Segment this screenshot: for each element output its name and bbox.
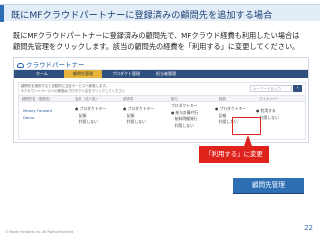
logo-text: クラウドパートナー <box>26 61 85 69</box>
invoice-options: ● プロダクトキー 記帳 利用しない <box>123 106 154 126</box>
payroll-option-4[interactable]: 利用しない <box>171 123 198 130</box>
panel-note: 顧問先を選択すると自動的に当社サービスへ移動します。 ※アカウントページへの移動… <box>21 84 125 93</box>
app-screenshot: クラウドパートナー ホーム 顧問先管理 プロダクト管理 担当者管理 顧問先を選択… <box>13 57 309 143</box>
client-name-cell[interactable]: Money Forward Demo <box>23 108 52 121</box>
invoice-option-1[interactable]: ● プロダクトキー <box>123 106 154 113</box>
payroll-option-1[interactable]: プロダクトキー <box>171 103 198 110</box>
title-accent-bar <box>0 5 4 22</box>
app-logo[interactable]: クラウドパートナー <box>17 59 85 69</box>
section-label-underline <box>233 193 304 194</box>
mynumber-option-use[interactable]: ● 利用する <box>256 108 279 115</box>
accounting-options: ● プロダクトキー 記帳 利用しない <box>75 106 106 126</box>
lead-line-1: 既にMFクラウドパートナーに登録済みの顧問先で、MFクラウド経費も利用したい場合… <box>13 31 300 40</box>
highlight-frame <box>232 117 261 135</box>
search-button[interactable]: › <box>293 85 302 92</box>
cloud-icon <box>17 62 24 68</box>
callout-pointer <box>244 135 252 146</box>
client-panel: 顧問先を選択すると自動的に当社サービスへ移動します。 ※アカウントページへの移動… <box>18 82 306 140</box>
page-number: 22 <box>304 224 313 232</box>
accounting-option-1[interactable]: ● プロダクトキー <box>75 106 106 113</box>
payroll-option-3[interactable]: 給料明細発行 <box>171 116 198 123</box>
slide-title-band: 既にMFクラウドパートナーに登録済みの顧問先を追加する場合 <box>0 4 320 22</box>
invoice-option-3[interactable]: 利用しない <box>123 119 154 126</box>
app-header: クラウドパートナー <box>14 58 308 70</box>
table-header: 顧問先名（登録名） 会計（法人用） 請求書 給与 経費 マイナンバー <box>19 95 305 102</box>
expense-option-1[interactable]: ● プロダクトキー <box>215 106 246 113</box>
callout-label: 「利用する」に変更 <box>199 146 269 163</box>
payroll-options: プロダクトキー ● 給与計算代行 給料明細発行 利用しない <box>171 103 198 129</box>
nav-tab-home[interactable]: ホーム <box>22 70 62 78</box>
nav-tab-clients[interactable]: 顧問先管理 <box>64 70 102 78</box>
section-label: 顧問先管理 <box>233 178 304 193</box>
slide-title: 既にMFクラウドパートナーに登録済みの顧問先を追加する場合 <box>11 10 273 21</box>
panel-note-line-2: ※アカウントページへの移動はプロダクト名をクリックしてください <box>21 88 126 93</box>
client-name-line-2: Demo <box>23 114 35 120</box>
main-nav: ホーム 顧問先管理 プロダクト管理 担当者管理 <box>14 70 308 78</box>
table-row: Money Forward Demo ● プロダクトキー 記帳 利用しない ● … <box>19 102 305 140</box>
nav-tab-products[interactable]: プロダクト管理 <box>106 70 146 78</box>
lead-line-2: 顧問先管理をクリックします。該当の顧問先の経費を「利用する」に変更してください。 <box>13 42 300 51</box>
copyright-text: © Money Forward, Inc. All Rights Reserve… <box>5 230 74 234</box>
nav-tab-staff[interactable]: 担当者管理 <box>148 70 184 78</box>
client-name-line-1: Money Forward <box>23 108 53 113</box>
search-input[interactable]: キーワードを入力 <box>250 85 292 92</box>
accounting-option-3[interactable]: 利用しない <box>75 119 106 126</box>
lead-text: 既にMFクラウドパートナーに登録済みの顧問先で、MFクラウド経費も利用したい場合… <box>13 30 313 52</box>
